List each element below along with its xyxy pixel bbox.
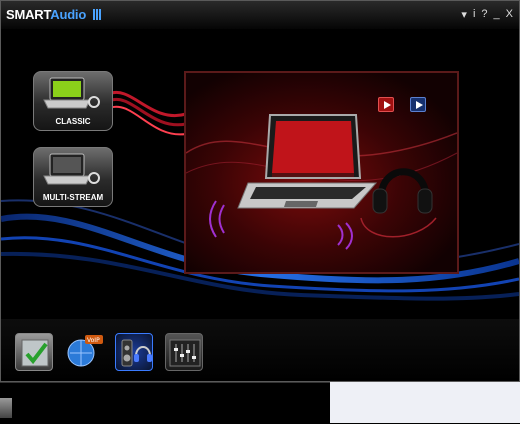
logo-bars-icon: [92, 8, 102, 23]
laptop-headset-icon: [43, 153, 100, 185]
dock-item-checklist[interactable]: [15, 333, 53, 371]
svg-text:VoIP: VoIP: [87, 337, 100, 344]
dock-item-speaker-headphone[interactable]: [115, 333, 153, 371]
dock-item-equalizer[interactable]: [165, 333, 203, 371]
help-button[interactable]: ?: [481, 8, 487, 21]
app-logo: SMARTAudio: [6, 7, 102, 23]
title-bar[interactable]: SMARTAudio ▾ i ? _ X: [1, 1, 519, 30]
test-speakers-button[interactable]: [378, 97, 394, 112]
background-desktop-area: [330, 382, 520, 423]
background-app-icon: [0, 398, 12, 418]
mode-multistream-label: MULTI-STREAM: [42, 193, 104, 202]
checklist-icon: [21, 339, 49, 367]
smartaudio-window: SMARTAudio ▾ i ? _ X CLASSIC MULTI-STREA…: [0, 0, 520, 382]
laptop-speaker-icon: [237, 114, 378, 209]
menu-dropdown-button[interactable]: ▾: [461, 8, 467, 21]
laptop-icon: [43, 77, 100, 109]
app-title-part2: Audio: [50, 7, 87, 22]
app-title-part1: SMART: [6, 7, 51, 22]
mode-classic-button[interactable]: CLASSIC: [33, 71, 113, 131]
audio-preview-panel: [184, 71, 459, 274]
dock-item-voip[interactable]: VoIP: [65, 333, 103, 371]
close-button[interactable]: X: [506, 8, 513, 21]
headphones-icon: [360, 168, 437, 238]
test-headphones-button[interactable]: [410, 97, 426, 112]
feature-dock: VoIP: [1, 319, 519, 381]
title-buttons: ▾ i ? _ X: [461, 8, 513, 21]
info-button[interactable]: i: [473, 8, 475, 21]
minimize-button[interactable]: _: [494, 8, 500, 21]
mode-classic-label: CLASSIC: [55, 117, 91, 126]
voip-globe-icon: VoIP: [67, 335, 103, 367]
equalizer-icon: [169, 339, 201, 367]
main-stage: CLASSIC MULTI-STREAM: [1, 29, 519, 319]
speaker-headphone-icon: [121, 339, 152, 367]
mode-multistream-button[interactable]: MULTI-STREAM: [33, 147, 113, 207]
background-taskbar-strip: [0, 382, 330, 424]
